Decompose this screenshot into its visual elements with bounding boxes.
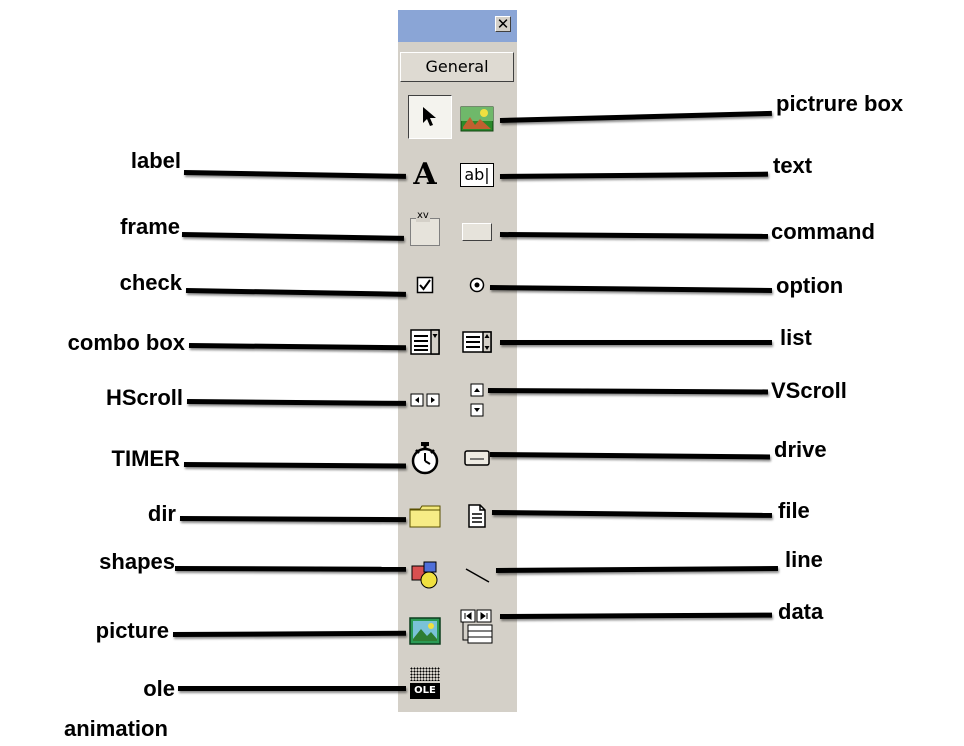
combobox-icon xyxy=(410,329,440,355)
frame-caption: frame xyxy=(120,214,180,239)
dir-caption: dir xyxy=(147,501,176,526)
timer-caption: TIMER xyxy=(111,446,180,471)
picturebox-tool[interactable] xyxy=(460,102,494,136)
textbox-tool[interactable]: ab| xyxy=(460,158,494,192)
label-tool[interactable]: A xyxy=(408,158,442,192)
checkbox-icon xyxy=(416,276,434,294)
label-A-icon: A xyxy=(413,157,437,192)
option-caption: option xyxy=(776,273,844,298)
leader-line-vscroll xyxy=(487,388,769,395)
hscroll-tool[interactable] xyxy=(408,383,442,417)
timer-tool[interactable] xyxy=(408,441,442,475)
leader-line-check xyxy=(185,288,407,297)
file-tool[interactable] xyxy=(460,499,494,533)
drive-icon xyxy=(464,450,490,466)
shapes-caption: shapes xyxy=(99,549,175,574)
picturebox-caption: pictrure box xyxy=(776,91,904,116)
leader-line-label xyxy=(183,170,407,179)
shapes-icon xyxy=(411,561,438,589)
leader-line-combo-box xyxy=(188,343,407,351)
toolbox-titlebar[interactable]: ✕ xyxy=(398,10,517,42)
shapes-tool[interactable] xyxy=(408,558,442,592)
leader-line-file xyxy=(491,510,773,518)
file-caption: file xyxy=(778,498,810,523)
vscroll-caption: VScroll xyxy=(771,378,847,403)
leader-line-data xyxy=(499,612,773,619)
hscroll-caption: HScroll xyxy=(105,385,183,410)
leader-line-option xyxy=(489,285,773,293)
ole-tool[interactable]: OLE xyxy=(408,662,442,706)
leader-line-list xyxy=(500,340,772,345)
frame-tool[interactable]: xv xyxy=(408,210,442,249)
data-caption: data xyxy=(778,599,824,624)
leader-line-picture xyxy=(172,630,407,637)
drive-tool[interactable] xyxy=(460,441,494,475)
vscroll-icon xyxy=(470,383,484,417)
leader-line-command xyxy=(499,232,769,239)
ole-caption: ole xyxy=(143,676,175,701)
text-caption: text xyxy=(773,153,813,178)
data-control-icon xyxy=(460,609,493,644)
command-tool[interactable] xyxy=(460,215,494,249)
check-caption: check xyxy=(119,270,182,295)
leader-line-frame xyxy=(181,232,405,241)
dir-tool[interactable] xyxy=(408,499,442,533)
picture-caption: picture xyxy=(95,618,169,643)
line-caption: line xyxy=(785,547,823,572)
ole-icon: OLE xyxy=(410,667,440,701)
leader-line-ole xyxy=(178,686,406,691)
leader-line-shapes xyxy=(174,566,407,572)
animation-caption: animation xyxy=(64,716,168,741)
leader-line-dir xyxy=(179,516,407,523)
line-icon xyxy=(465,568,490,583)
command-caption: command xyxy=(771,219,875,244)
combo-box-caption: combo box xyxy=(67,330,185,355)
leader-line-drive xyxy=(489,452,771,460)
list-caption: list xyxy=(780,325,812,350)
picture-tool[interactable] xyxy=(408,614,442,648)
picturebox-icon xyxy=(460,106,494,132)
textbox-icon: ab| xyxy=(460,163,494,187)
toolbox-window: ✕ General A ab| xv OLE xyxy=(398,10,517,712)
frame-icon: xv xyxy=(410,210,440,246)
leader-line-text xyxy=(499,171,769,179)
drive-caption: drive xyxy=(774,437,827,462)
line-tool[interactable] xyxy=(460,558,494,592)
arrow-pointer-icon xyxy=(423,107,436,126)
folder-icon xyxy=(409,505,441,528)
pointer-tool[interactable] xyxy=(408,95,452,139)
combobox-tool[interactable] xyxy=(408,325,442,359)
checkbox-tool[interactable] xyxy=(408,268,442,302)
option-radio-icon xyxy=(469,277,485,293)
leader-line-line xyxy=(495,566,779,573)
stopwatch-icon xyxy=(411,442,439,475)
file-icon xyxy=(468,504,486,528)
leader-line-hscroll xyxy=(186,399,407,406)
command-button-icon xyxy=(462,223,492,241)
image-icon xyxy=(409,617,441,645)
data-tool[interactable] xyxy=(460,609,494,644)
listbox-tool[interactable] xyxy=(460,325,494,359)
option-tool[interactable] xyxy=(460,268,494,302)
leader-line-timer xyxy=(183,462,407,469)
close-icon[interactable]: ✕ xyxy=(495,16,511,32)
hscroll-icon xyxy=(410,393,440,407)
listbox-icon xyxy=(462,331,492,353)
general-tab[interactable]: General xyxy=(400,52,514,82)
leader-line-picturebox xyxy=(499,110,772,123)
label-caption: label xyxy=(130,148,181,173)
